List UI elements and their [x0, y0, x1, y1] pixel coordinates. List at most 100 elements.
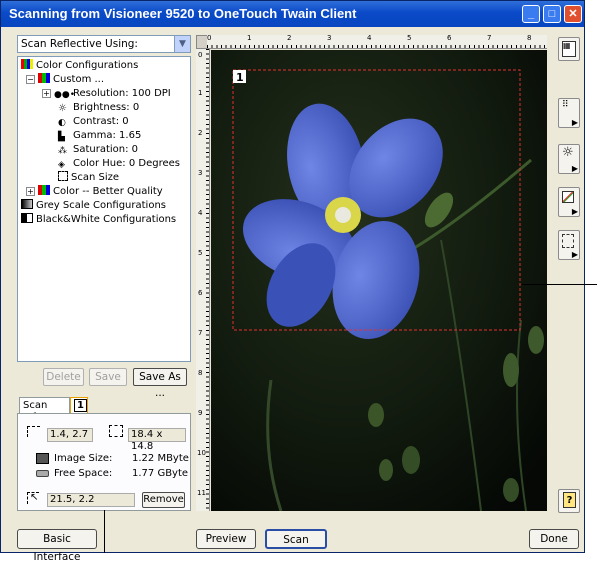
tree-label: Scan Size [71, 172, 120, 183]
tab-scan-info[interactable]: Scan Info [19, 397, 70, 423]
tree-item-color-configurations[interactable]: Color Configurations [21, 59, 138, 72]
ruler-tick-label: 4 [198, 209, 203, 217]
resolution-icon: ●●• [54, 90, 76, 100]
callout-line-right [522, 284, 597, 285]
region-number-label: 1 [236, 71, 244, 84]
tree-label: Resolution: 100 DPI [73, 88, 171, 99]
expand-icon[interactable]: + [26, 187, 35, 196]
done-button[interactable]: Done [529, 529, 579, 549]
ruler-tick-label: 1 [198, 89, 203, 97]
contrast-icon: ◐ [58, 118, 66, 128]
ruler-tick-label: 5 [198, 249, 203, 257]
ruler-tick-label: 8 [527, 34, 532, 42]
ruler-tick-label: 7 [487, 34, 492, 42]
configuration-tree: Color Configurations − Custom ... + ●●•Res… [17, 56, 191, 362]
brightness-icon: ☼ [562, 145, 574, 160]
basic-interface-button[interactable]: Basic Interface [17, 529, 97, 563]
image-size-value: 1.22 MByte [132, 453, 189, 464]
ruler-tick-label: 8 [198, 369, 203, 377]
ruler-tick-label: 6 [447, 34, 452, 42]
ruler-tick-label: 11 [197, 489, 206, 497]
chevron-right-icon: ▶ [571, 207, 578, 216]
title-bar: Scanning from Visioneer 9520 to OneTouch… [1, 1, 584, 27]
ruler-tick-label: 3 [327, 34, 332, 42]
resolution-adjust-button[interactable]: ⠿ ▶ [558, 98, 580, 128]
ruler-top: 0 1 2 3 4 5 6 7 8 [207, 34, 547, 49]
curve-icon [562, 191, 574, 203]
scan-info-panel: 1.4, 2.7 18.4 x 14.8 Image Size: 1.22 MB… [17, 413, 191, 511]
ruler-tick-label: 5 [407, 34, 412, 42]
scan-source-value: Scan Reflective Using: [21, 38, 138, 50]
tree-item-color-hue[interactable]: ◈ Color Hue: 0 Degrees [58, 157, 180, 170]
save-as-button[interactable]: Save As ... [133, 368, 187, 399]
minimize-button[interactable]: _ [522, 5, 540, 23]
scan-preview-area[interactable]: 1 [211, 50, 547, 511]
tree-label: Grey Scale Configurations [36, 200, 166, 211]
greyscale-icon [21, 199, 33, 209]
region-tab-label: 1 [74, 399, 87, 412]
position-field[interactable]: 1.4, 2.7 [47, 428, 93, 442]
ruler-tick-label: 0 [207, 34, 212, 42]
image-size-label: Image Size: [54, 453, 113, 464]
black-white-icon [21, 213, 33, 223]
scan-window: Scanning from Visioneer 9520 to OneTouch… [0, 0, 585, 563]
ruler-left: 0 1 2 3 4 5 6 7 8 9 10 11 [196, 49, 210, 511]
free-space-label: Free Space: [54, 468, 113, 479]
color-config-icon [38, 185, 50, 195]
ruler-tick-label: 6 [198, 289, 203, 297]
help-button[interactable]: ? [558, 489, 580, 513]
tree-item-black-white[interactable]: Black&White Configurations [21, 213, 176, 226]
scan-size-icon [58, 171, 68, 181]
close-button[interactable]: ✕ [564, 5, 582, 23]
tree-item-custom[interactable]: − Custom ... [26, 73, 105, 86]
preview-image: 1 [211, 50, 547, 511]
size-field[interactable]: 18.4 x 14.8 [128, 428, 186, 452]
tree-item-saturation[interactable]: ⁂ Saturation: 0 [58, 143, 138, 156]
dots-icon: ⠿ [562, 100, 569, 110]
ruler-tick-label: 0 [198, 51, 203, 59]
window-title: Scanning from Visioneer 9520 to OneTouch… [9, 6, 357, 21]
tree-item-color-better[interactable]: + Color -- Better Quality [26, 185, 163, 198]
tree-label: Saturation: 0 [73, 144, 139, 155]
scan-size-button[interactable]: ▶ [558, 230, 580, 260]
chevron-right-icon: ▶ [571, 164, 578, 173]
expand-icon[interactable]: + [42, 89, 51, 98]
chevron-down-icon[interactable]: ▼ [174, 36, 190, 52]
remove-button[interactable]: Remove [142, 492, 185, 508]
ruler-tick-label: 10 [197, 449, 206, 457]
collapse-icon[interactable]: − [26, 75, 35, 84]
ruler-tick-label: 9 [198, 409, 203, 417]
delete-button[interactable]: Delete [43, 368, 84, 386]
ruler-tick-label: 1 [247, 34, 252, 42]
tree-item-resolution[interactable]: + ●●•Resolution: 100 DPI [42, 87, 171, 100]
tree-item-scan-size[interactable]: Scan Size [58, 171, 119, 184]
tree-label: Custom ... [53, 74, 105, 85]
disk-icon [36, 470, 49, 477]
tree-item-brightness[interactable]: ☼ Brightness: 0 [58, 101, 139, 114]
scan-source-select[interactable]: Scan Reflective Using: ▼ [17, 35, 191, 53]
tree-label: Contrast: 0 [73, 116, 129, 127]
saturation-icon: ⁂ [58, 146, 67, 156]
tree-item-gamma[interactable]: ▙ Gamma: 1.65 [58, 129, 141, 142]
color-hue-icon: ◈ [58, 160, 65, 170]
properties-icon: ▦ [562, 41, 576, 57]
preview-button[interactable]: Preview [196, 529, 256, 549]
callout-line-bottom [104, 510, 105, 553]
tree-label: Black&White Configurations [36, 214, 177, 225]
scan-button[interactable]: Scan [265, 529, 327, 549]
maximize-button[interactable]: □ [543, 5, 561, 23]
gamma-icon: ▙ [58, 132, 65, 142]
tree-item-contrast[interactable]: ◐ Contrast: 0 [58, 115, 129, 128]
tree-label: Gamma: 1.65 [73, 130, 142, 141]
size-icon [109, 425, 123, 437]
brightness-adjust-button[interactable]: ☼ ▶ [558, 144, 580, 174]
scan-size-icon [562, 234, 574, 248]
save-button[interactable]: Save [89, 368, 127, 386]
tree-label: Color -- Better Quality [53, 186, 163, 197]
color-adjust-button[interactable]: ▶ [558, 187, 580, 217]
properties-button[interactable]: ▦ [558, 37, 580, 61]
chevron-right-icon: ▶ [571, 118, 578, 127]
ruler-tick-label: 7 [198, 329, 203, 337]
tree-item-grey-scale[interactable]: Grey Scale Configurations [21, 199, 166, 212]
tab-region-1[interactable]: 1 [70, 397, 88, 414]
